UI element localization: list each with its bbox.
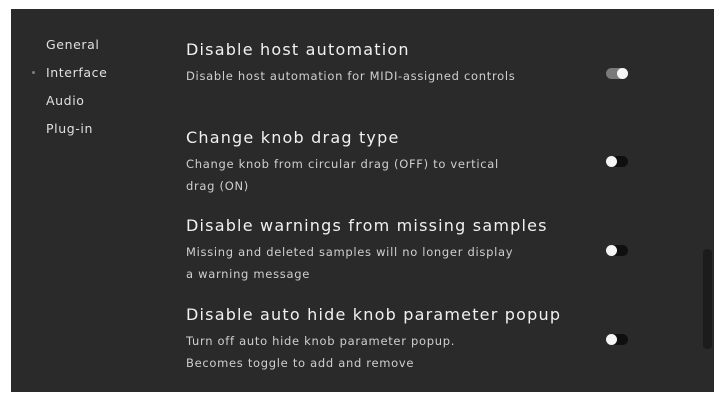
setting-description: Change knob from circular drag (OFF) to … [186, 157, 499, 193]
setting-disable-missing-sample-warnings: Disable warnings from missing samples Mi… [186, 216, 626, 285]
setting-description: Disable host automation for MIDI-assigne… [186, 69, 516, 83]
setting-title: Change knob drag type [186, 128, 400, 147]
setting-change-knob-drag-type: Change knob drag type Change knob from c… [186, 128, 626, 197]
setting-description: Turn off auto hide knob parameter popup.… [186, 334, 456, 370]
sidebar-item-label: Interface [46, 65, 108, 80]
sidebar-item-plug-in[interactable]: Plug-in [46, 121, 93, 136]
sidebar-item-audio[interactable]: Audio [46, 93, 85, 108]
change-knob-drag-type-toggle[interactable] [606, 156, 628, 167]
preferences-panel: General Interface Audio Plug-in Disable … [11, 9, 714, 392]
disable-auto-hide-knob-popup-toggle[interactable] [606, 334, 628, 345]
sidebar-item-label: General [46, 37, 100, 52]
sidebar-item-interface[interactable]: Interface [32, 65, 108, 80]
sidebar-item-label: Plug-in [46, 121, 93, 136]
setting-title: Disable host automation [186, 40, 410, 59]
toggle-knob [617, 68, 628, 79]
sidebar-item-label: Audio [46, 93, 85, 108]
setting-description: Missing and deleted samples will no long… [186, 245, 514, 281]
toggle-knob [606, 156, 617, 167]
disable-host-automation-toggle[interactable] [606, 68, 628, 79]
active-indicator-dot [32, 71, 35, 74]
disable-missing-sample-warnings-toggle[interactable] [606, 245, 628, 256]
setting-disable-auto-hide-knob-popup: Disable auto hide knob parameter popup T… [186, 305, 626, 374]
vertical-scrollbar[interactable] [703, 249, 712, 349]
setting-disable-host-automation: Disable host automation Disable host aut… [186, 40, 626, 87]
setting-title: Disable auto hide knob parameter popup [186, 305, 562, 324]
sidebar-nav: General Interface Audio Plug-in [11, 9, 171, 392]
toggle-knob [606, 334, 617, 345]
setting-title: Disable warnings from missing samples [186, 216, 548, 235]
toggle-knob [606, 245, 617, 256]
sidebar-item-general[interactable]: General [46, 37, 99, 52]
